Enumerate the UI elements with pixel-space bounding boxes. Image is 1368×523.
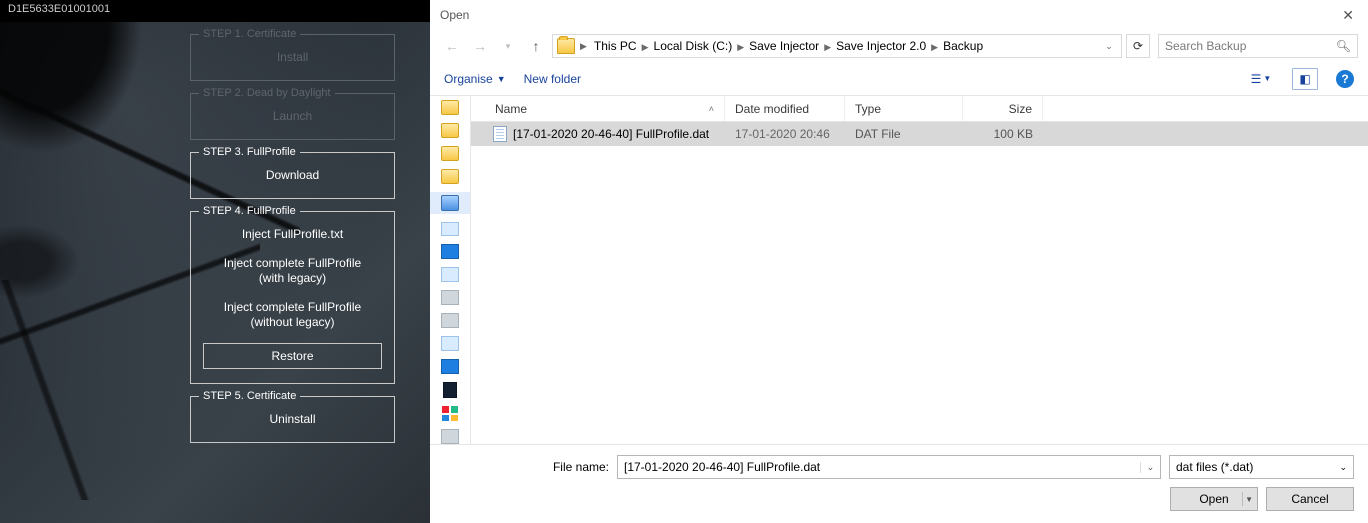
breadcrumb-item[interactable]: Save Injector 2.0 <box>832 39 930 53</box>
drive-icon[interactable] <box>441 267 459 282</box>
windows-icon[interactable] <box>442 406 458 421</box>
view-list-icon: ☰ <box>1251 72 1262 86</box>
step-group: STEP 3. FullProfile Download <box>190 146 395 199</box>
step-group: STEP 4. FullProfile Inject FullProfile.tx… <box>190 205 395 384</box>
chevron-down-icon: ▼ <box>1245 495 1253 504</box>
injector-titlebar: D1E5633E01001001 <box>0 0 430 22</box>
open-dialog: Open ✕ ← → ▾ ↑ ▶ This PC▶Local Disk (C:)… <box>430 0 1368 523</box>
organise-button[interactable]: Organise ▼ <box>444 72 506 86</box>
column-type[interactable]: Type <box>845 96 963 121</box>
cancel-button[interactable]: Cancel <box>1266 487 1354 511</box>
refresh-icon: ⟳ <box>1133 39 1143 53</box>
column-name[interactable]: Name ˄ <box>471 96 725 121</box>
step-button[interactable]: Launch <box>197 101 388 131</box>
address-row: ← → ▾ ↑ ▶ This PC▶Local Disk (C:)▶Save I… <box>430 30 1368 62</box>
column-size[interactable]: Size <box>963 96 1043 121</box>
column-date[interactable]: Date modified <box>725 96 845 121</box>
step-button[interactable]: Uninstall <box>197 404 388 434</box>
address-dropdown-icon[interactable]: ⌄ <box>1099 41 1119 52</box>
folder-icon <box>557 38 575 54</box>
nav-up-icon[interactable]: ↑ <box>524 34 548 58</box>
file-name-dropdown-icon[interactable]: ⌄ <box>1140 462 1160 473</box>
drive-icon[interactable] <box>441 313 459 328</box>
breadcrumb-item[interactable]: Save Injector <box>745 39 823 53</box>
drive-icon[interactable] <box>441 359 459 374</box>
search-icon: 🔍︎ <box>1336 39 1351 53</box>
drive-icon[interactable] <box>441 290 459 305</box>
open-button[interactable]: Open ▼ <box>1170 487 1258 511</box>
step-legend: STEP 4. FullProfile <box>199 205 300 217</box>
content-area: Name ˄ Date modified Type Size [17-01-20… <box>430 96 1368 444</box>
chevron-right-icon[interactable]: ▶ <box>641 42 650 52</box>
file-size: 100 KB <box>963 127 1043 141</box>
file-type-filter[interactable]: dat files (*.dat) ⌄ <box>1169 455 1354 479</box>
sort-asc-icon: ˄ <box>709 104 714 114</box>
view-options-button[interactable]: ☰ ▼ <box>1248 68 1274 90</box>
step-legend: STEP 1. Certificate <box>199 28 300 40</box>
step-button[interactable]: Restore <box>203 343 382 369</box>
drive-icon[interactable] <box>443 382 457 399</box>
file-name-input[interactable] <box>618 460 1140 474</box>
nav-back-icon[interactable]: ← <box>440 34 464 58</box>
file-row[interactable]: [17-01-2020 20-46-40] FullProfile.dat 17-… <box>471 122 1368 146</box>
toolbar: Organise ▼ New folder ☰ ▼ ◧ ? <box>430 62 1368 96</box>
step-legend: STEP 5. Certificate <box>199 390 300 402</box>
file-name-label: File name: <box>444 460 609 474</box>
preview-pane-icon: ◧ <box>1299 72 1310 86</box>
folder-icon[interactable] <box>441 169 459 184</box>
step-button[interactable]: Inject FullProfile.txt <box>197 219 388 249</box>
injector-app: D1E5633E01001001 STEP 1. Certificate Inst… <box>0 0 430 523</box>
file-name-field[interactable]: ⌄ <box>617 455 1161 479</box>
folder-icon[interactable] <box>441 146 459 161</box>
file-type: DAT File <box>845 127 963 141</box>
file-date: 17-01-2020 20:46 <box>725 127 845 141</box>
chevron-down-icon: ▼ <box>1263 74 1271 83</box>
chevron-right-icon[interactable]: ▶ <box>736 42 745 52</box>
chevron-down-icon: ▼ <box>497 74 506 84</box>
search-box[interactable]: 🔍︎ <box>1158 34 1358 58</box>
dialog-title: Open <box>440 8 1338 22</box>
search-input[interactable] <box>1165 39 1336 53</box>
step-button[interactable]: Inject complete FullProfile(with legacy) <box>197 249 388 293</box>
chevron-right-icon[interactable]: ▶ <box>930 42 939 52</box>
chevron-right-icon[interactable]: ▶ <box>579 41 588 52</box>
breadcrumb-item[interactable]: Backup <box>939 39 987 53</box>
file-name: [17-01-2020 20-46-40] FullProfile.dat <box>513 127 709 141</box>
breadcrumb-item[interactable]: Local Disk (C:) <box>650 39 737 53</box>
drive-icon[interactable] <box>441 222 459 237</box>
nav-pane[interactable] <box>430 96 471 444</box>
new-folder-button[interactable]: New folder <box>524 72 581 86</box>
recent-dropdown-icon[interactable]: ▾ <box>496 34 520 58</box>
this-pc-icon[interactable] <box>441 195 459 211</box>
file-list: Name ˄ Date modified Type Size [17-01-20… <box>471 96 1368 444</box>
preview-pane-button[interactable]: ◧ <box>1292 68 1318 90</box>
step-legend: STEP 2. Dead by Daylight <box>199 87 335 99</box>
step-button[interactable]: Inject complete FullProfile(without lega… <box>197 293 388 337</box>
dialog-bottom: File name: ⌄ dat files (*.dat) ⌄ Open ▼ … <box>430 444 1368 523</box>
step-legend: STEP 3. FullProfile <box>199 146 300 158</box>
folder-icon[interactable] <box>441 100 459 115</box>
step-group: STEP 5. Certificate Uninstall <box>190 390 395 443</box>
chevron-right-icon[interactable]: ▶ <box>823 42 832 52</box>
column-headers: Name ˄ Date modified Type Size <box>471 96 1368 122</box>
drive-icon[interactable] <box>441 336 459 351</box>
injector-title: D1E5633E01001001 <box>8 3 110 15</box>
drive-icon[interactable] <box>441 244 459 259</box>
close-icon[interactable]: ✕ <box>1338 7 1358 24</box>
drive-icon[interactable] <box>441 429 459 444</box>
dialog-titlebar: Open ✕ <box>430 0 1368 30</box>
step-button[interactable]: Install <box>197 42 388 72</box>
file-icon <box>493 126 507 142</box>
step-button[interactable]: Download <box>197 160 388 190</box>
chevron-down-icon: ⌄ <box>1339 462 1347 473</box>
step-group: STEP 2. Dead by Daylight Launch <box>190 87 395 140</box>
refresh-button[interactable]: ⟳ <box>1126 34 1150 58</box>
breadcrumb-item[interactable]: This PC <box>590 39 641 53</box>
help-button[interactable]: ? <box>1336 70 1354 88</box>
help-icon: ? <box>1341 72 1348 86</box>
step-group: STEP 1. Certificate Install <box>190 28 395 81</box>
nav-forward-icon: → <box>468 34 492 58</box>
address-bar[interactable]: ▶ This PC▶Local Disk (C:)▶Save Injector▶… <box>552 34 1122 58</box>
folder-icon[interactable] <box>441 123 459 138</box>
